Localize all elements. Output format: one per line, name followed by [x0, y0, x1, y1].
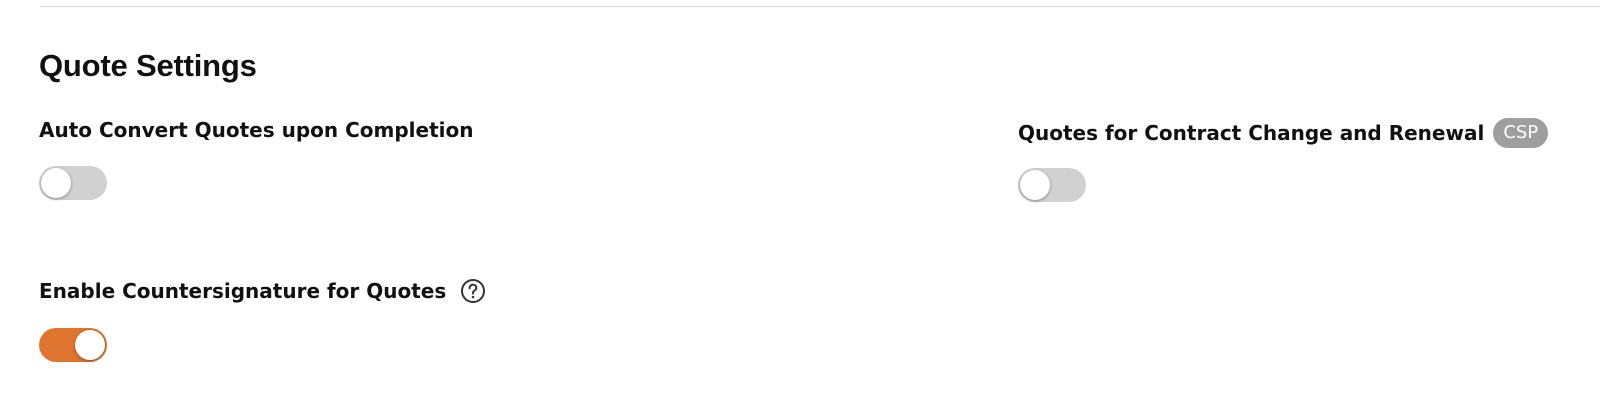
countersignature-label-text: Enable Countersignature for Quotes — [39, 279, 447, 303]
top-divider — [40, 6, 1600, 7]
toggle-knob — [41, 168, 71, 198]
contract-change-label: Quotes for Contract Change and Renewal C… — [1018, 118, 1549, 148]
auto-convert-label-text: Auto Convert Quotes upon Completion — [39, 118, 474, 142]
contract-change-toggle[interactable] — [1018, 168, 1086, 202]
toggle-knob — [1020, 170, 1050, 200]
countersignature-label: Enable Countersignature for Quotes — [39, 278, 486, 304]
countersignature-toggle[interactable] — [39, 328, 107, 362]
auto-convert-toggle[interactable] — [39, 166, 107, 200]
toggle-knob — [75, 330, 105, 360]
contract-change-label-text: Quotes for Contract Change and Renewal — [1018, 121, 1485, 145]
auto-convert-label: Auto Convert Quotes upon Completion — [39, 118, 473, 142]
quote-settings-page: Quote Settings Auto Convert Quotes upon … — [0, 0, 1600, 413]
csp-badge: CSP — [1493, 118, 1549, 148]
question-circle-icon[interactable] — [460, 278, 486, 304]
section-title: Quote Settings — [39, 48, 257, 83]
